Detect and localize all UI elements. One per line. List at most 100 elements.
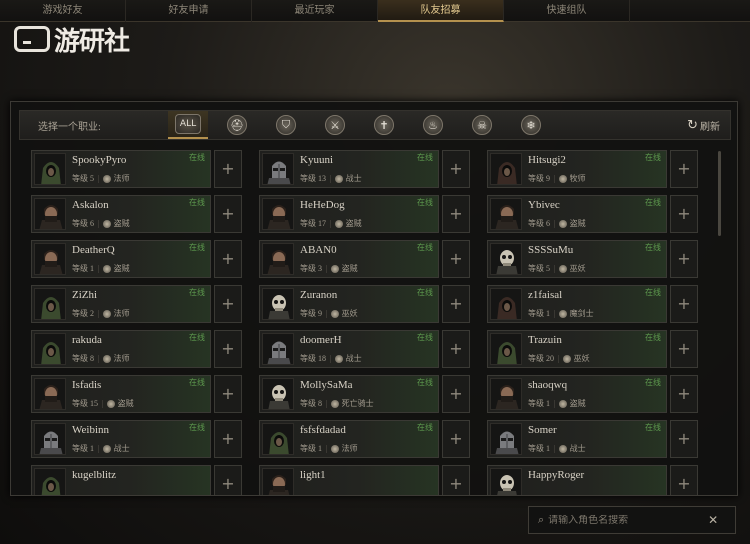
refresh-button[interactable]: ↻ 刷新	[687, 118, 720, 133]
player-entry: Somer 在线 等级 1 | 战士 +	[487, 420, 715, 465]
player-class: 死亡骑士	[341, 399, 374, 408]
player-card[interactable]: Weibinn 在线 等级 1 | 战士	[31, 420, 211, 458]
search-input[interactable]	[548, 514, 709, 526]
player-entry: light1 +	[259, 465, 487, 495]
add-friend-button[interactable]: +	[670, 285, 698, 323]
add-friend-button[interactable]: +	[670, 420, 698, 458]
refresh-icon: ↻	[687, 118, 698, 133]
player-card[interactable]: Kyuuni 在线 等级 13 | 战士	[259, 150, 439, 188]
add-friend-button[interactable]: +	[442, 375, 470, 413]
class-filter-skull[interactable]: ☠	[462, 111, 502, 139]
add-friend-button[interactable]: +	[442, 330, 470, 368]
player-card[interactable]: Isfadis 在线 等级 15 | 盗贼	[31, 375, 211, 413]
player-avatar	[490, 243, 522, 275]
add-friend-button[interactable]: +	[670, 465, 698, 495]
tab-2[interactable]: 最近玩家	[252, 0, 378, 22]
class-filter-all[interactable]: ALL	[168, 111, 208, 139]
class-filter-shield[interactable]: ⛉	[266, 111, 306, 139]
player-card[interactable]: SpookyPyro 在线 等级 5 | 法师	[31, 150, 211, 188]
player-card[interactable]: Askalon 在线 等级 6 | 盗贼	[31, 195, 211, 233]
scrollbar[interactable]	[718, 151, 721, 236]
player-entry: MollySaMa 在线 等级 8 | 死亡骑士 +	[259, 375, 487, 420]
meta-separator: |	[326, 309, 328, 318]
player-card[interactable]: Somer 在线 等级 1 | 战士	[487, 420, 667, 458]
player-card[interactable]: Ybivec 在线 等级 6 | 盗贼	[487, 195, 667, 233]
player-class: 法师	[113, 174, 130, 183]
player-card[interactable]: Trazuin 在线 等级 20 | 巫妖	[487, 330, 667, 368]
tab-4[interactable]: 快速组队	[504, 0, 630, 22]
player-card[interactable]: MollySaMa 在线 等级 8 | 死亡骑士	[259, 375, 439, 413]
player-avatar	[490, 378, 522, 410]
clear-search-icon[interactable]: ✕	[708, 513, 718, 527]
online-status: 在线	[189, 243, 205, 252]
player-card[interactable]: rakuda 在线 等级 8 | 法师	[31, 330, 211, 368]
player-card[interactable]: SSSSuMu 在线 等级 5 | 巫妖	[487, 240, 667, 278]
player-card[interactable]: z1faisal 在线 等级 1 | 魔剑士	[487, 285, 667, 323]
player-name: MollySaMa	[300, 379, 353, 391]
player-meta: 等级 1 | 魔剑士	[528, 308, 594, 319]
class-filter-list: ALL ⛑ ⛉ ⚔ ✝ ♨ ☠ ❄	[168, 111, 560, 139]
class-icon	[102, 219, 111, 228]
online-status: 在线	[189, 378, 205, 387]
add-friend-button[interactable]: +	[442, 195, 470, 233]
player-avatar	[34, 423, 66, 455]
add-friend-button[interactable]: +	[214, 330, 242, 368]
meta-separator: |	[326, 444, 328, 453]
player-card[interactable]: fsfsfdadad 在线 等级 1 | 法师	[259, 420, 439, 458]
player-card[interactable]: Hitsugi2 在线 等级 9 | 牧师	[487, 150, 667, 188]
add-friend-button[interactable]: +	[214, 375, 242, 413]
shield-icon: ⛉	[276, 115, 296, 135]
add-friend-button[interactable]: +	[214, 195, 242, 233]
class-icon	[334, 174, 343, 183]
player-avatar	[490, 153, 522, 185]
player-card[interactable]: kugelblitz	[31, 465, 211, 495]
add-friend-button[interactable]: +	[670, 330, 698, 368]
player-avatar	[490, 198, 522, 230]
tab-3[interactable]: 队友招募	[378, 0, 504, 22]
player-level: 等级 6	[72, 219, 94, 228]
player-card[interactable]: Zuranon 在线 等级 9 | 巫妖	[259, 285, 439, 323]
class-icon	[330, 264, 339, 273]
player-card[interactable]: light1	[259, 465, 439, 495]
add-friend-button[interactable]: +	[214, 150, 242, 188]
add-friend-button[interactable]: +	[442, 240, 470, 278]
meta-separator: |	[98, 174, 100, 183]
player-entry: ABAN0 在线 等级 3 | 盗贼 +	[259, 240, 487, 285]
player-class: 战士	[345, 174, 362, 183]
add-friend-button[interactable]: +	[214, 285, 242, 323]
class-icon	[102, 174, 111, 183]
player-entry: Kyuuni 在线 等级 13 | 战士 +	[259, 150, 487, 195]
class-filter-crossed-swords[interactable]: ⚔	[315, 111, 355, 139]
class-filter-snowflake[interactable]: ❄	[511, 111, 551, 139]
player-card[interactable]: DeatherQ 在线 等级 1 | 盗贼	[31, 240, 211, 278]
player-card[interactable]: doomerH 在线 等级 18 | 战士	[259, 330, 439, 368]
recruit-panel: 选择一个职业: ALL ⛑ ⛉ ⚔ ✝ ♨ ☠ ❄ ↻ 刷新 SpookyPyro 在线 等级…	[10, 101, 738, 496]
player-card[interactable]: ZiZhi 在线 等级 2 | 法师	[31, 285, 211, 323]
player-avatar	[262, 288, 294, 320]
add-friend-button[interactable]: +	[670, 240, 698, 278]
player-card[interactable]: shaoqwq 在线 等级 1 | 盗贼	[487, 375, 667, 413]
class-filter-helmet[interactable]: ⛑	[217, 111, 257, 139]
tab-0[interactable]: 游戏好友	[0, 0, 126, 22]
add-friend-button[interactable]: +	[670, 150, 698, 188]
class-icon	[558, 219, 567, 228]
add-friend-button[interactable]: +	[214, 240, 242, 278]
class-filter-cross[interactable]: ✝	[364, 111, 404, 139]
player-card[interactable]: HappyRoger	[487, 465, 667, 495]
player-entry: shaoqwq 在线 等级 1 | 盗贼 +	[487, 375, 715, 420]
tab-1[interactable]: 好友申请	[126, 0, 252, 22]
class-filter-flame[interactable]: ♨	[413, 111, 453, 139]
helmet-icon: ⛑	[227, 115, 247, 135]
add-friend-button[interactable]: +	[214, 420, 242, 458]
player-avatar	[262, 378, 294, 410]
add-friend-button[interactable]: +	[442, 420, 470, 458]
add-friend-button[interactable]: +	[670, 375, 698, 413]
player-card[interactable]: ABAN0 在线 等级 3 | 盗贼	[259, 240, 439, 278]
online-status: 在线	[645, 378, 661, 387]
add-friend-button[interactable]: +	[442, 285, 470, 323]
add-friend-button[interactable]: +	[214, 465, 242, 495]
add-friend-button[interactable]: +	[442, 465, 470, 495]
add-friend-button[interactable]: +	[442, 150, 470, 188]
player-card[interactable]: HeHeDog 在线 等级 17 | 盗贼	[259, 195, 439, 233]
add-friend-button[interactable]: +	[670, 195, 698, 233]
